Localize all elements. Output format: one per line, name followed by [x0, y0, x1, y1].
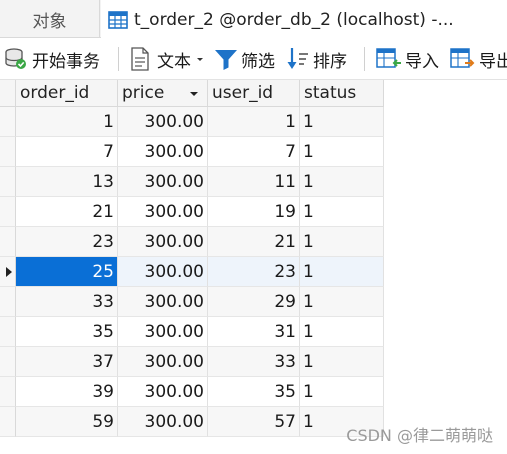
row-indicator[interactable]	[0, 407, 16, 437]
text-label: 文本	[157, 51, 191, 72]
cell-status[interactable]: 1	[300, 317, 384, 347]
column-header-status[interactable]: status	[300, 80, 384, 107]
begin-transaction-button[interactable]: 开始事务	[4, 38, 100, 80]
row-indicator[interactable]	[0, 167, 16, 197]
tab-objects-label: 对象	[32, 11, 67, 32]
tab-title: t_order_2 @order_db_2 (localhost) -...	[134, 10, 454, 30]
column-header-price[interactable]: price	[118, 80, 208, 107]
cell-status[interactable]: 1	[300, 137, 384, 167]
column-header-order-id[interactable]: order_id	[16, 80, 118, 107]
row-indicator[interactable]	[0, 347, 16, 377]
filter-button[interactable]: 筛选	[214, 38, 275, 80]
export-icon	[450, 48, 475, 68]
row-indicator[interactable]	[0, 317, 16, 347]
row-indicator[interactable]	[0, 137, 16, 167]
cell-price[interactable]: 300.00	[118, 317, 208, 347]
row-indicator[interactable]	[0, 377, 16, 407]
tab-objects[interactable]: 对象	[0, 0, 100, 38]
cell-order-id[interactable]: 1	[16, 107, 118, 137]
cell-price[interactable]: 300.00	[118, 227, 208, 257]
cell-user-id[interactable]: 21	[208, 227, 300, 257]
toolbar: 开始事务 文本 筛选 排序 导入 导出	[0, 38, 507, 80]
header-corner	[0, 80, 16, 107]
filter-label: 筛选	[241, 51, 275, 72]
export-label: 导出	[479, 51, 507, 72]
cell-user-id[interactable]: 35	[208, 377, 300, 407]
column-header-label: status	[304, 83, 357, 103]
tab-table-t-order-2[interactable]: t_order_2 @order_db_2 (localhost) -...	[101, 0, 507, 38]
cell-user-id[interactable]: 31	[208, 317, 300, 347]
cell-user-id[interactable]: 33	[208, 347, 300, 377]
cell-status[interactable]: 1	[300, 227, 384, 257]
document-icon	[131, 47, 149, 71]
sort-descending-icon	[190, 92, 198, 96]
table-icon	[108, 11, 128, 29]
watermark: CSDN @律二萌萌哒	[346, 426, 493, 445]
cell-price[interactable]: 300.00	[118, 407, 208, 437]
import-label: 导入	[405, 51, 439, 72]
cell-status[interactable]: 1	[300, 167, 384, 197]
dropdown-arrow-icon	[197, 58, 203, 61]
row-indicator[interactable]	[0, 257, 16, 287]
column-header-label: price	[122, 83, 165, 103]
current-row-arrow-icon	[6, 267, 12, 277]
cell-order-id[interactable]: 59	[16, 407, 118, 437]
cell-order-id[interactable]: 25	[16, 257, 118, 287]
cell-status[interactable]: 1	[300, 197, 384, 227]
sort-label: 排序	[313, 51, 347, 72]
cell-status[interactable]: 1	[300, 287, 384, 317]
filter-icon	[215, 50, 237, 70]
cell-user-id[interactable]: 19	[208, 197, 300, 227]
cell-user-id[interactable]: 57	[208, 407, 300, 437]
cell-order-id[interactable]: 13	[16, 167, 118, 197]
cell-order-id[interactable]: 37	[16, 347, 118, 377]
cell-price[interactable]: 300.00	[118, 257, 208, 287]
grid-header-row: order_id price user_id status	[0, 80, 384, 107]
text-button[interactable]: 文本	[130, 38, 205, 80]
cell-order-id[interactable]: 39	[16, 377, 118, 407]
row-indicator[interactable]	[0, 287, 16, 317]
cell-user-id[interactable]: 29	[208, 287, 300, 317]
toolbar-divider	[118, 47, 119, 71]
cell-price[interactable]: 300.00	[118, 287, 208, 317]
row-indicator[interactable]	[0, 227, 16, 257]
import-button[interactable]: 导入	[376, 38, 439, 80]
toolbar-divider	[364, 47, 365, 71]
column-header-label: user_id	[212, 83, 274, 103]
cell-status[interactable]: 1	[300, 347, 384, 377]
cell-status[interactable]: 1	[300, 377, 384, 407]
export-button[interactable]: 导出	[450, 38, 507, 80]
cell-order-id[interactable]: 21	[16, 197, 118, 227]
cell-user-id[interactable]: 7	[208, 137, 300, 167]
cell-user-id[interactable]: 11	[208, 167, 300, 197]
sort-icon	[287, 48, 308, 69]
row-indicator[interactable]	[0, 107, 16, 137]
column-header-user-id[interactable]: user_id	[208, 80, 300, 107]
cell-price[interactable]: 300.00	[118, 347, 208, 377]
cell-order-id[interactable]: 23	[16, 227, 118, 257]
cell-user-id[interactable]: 1	[208, 107, 300, 137]
cell-price[interactable]: 300.00	[118, 197, 208, 227]
tab-bar: 对象 t_order_2 @order_db_2 (localhost) -..…	[0, 0, 507, 38]
cell-status[interactable]: 1	[300, 257, 384, 287]
cell-order-id[interactable]: 35	[16, 317, 118, 347]
cell-price[interactable]: 300.00	[118, 167, 208, 197]
cell-order-id[interactable]: 7	[16, 137, 118, 167]
cell-order-id[interactable]: 33	[16, 287, 118, 317]
column-header-label: order_id	[20, 83, 90, 103]
row-indicator[interactable]	[0, 197, 16, 227]
database-transaction-icon	[5, 48, 26, 69]
sort-button[interactable]: 排序	[286, 38, 347, 80]
cell-price[interactable]: 300.00	[118, 137, 208, 167]
begin-transaction-label: 开始事务	[32, 51, 100, 72]
cell-status[interactable]: 1	[300, 107, 384, 137]
import-icon	[376, 48, 401, 68]
cell-price[interactable]: 300.00	[118, 377, 208, 407]
cell-user-id[interactable]: 23	[208, 257, 300, 287]
cell-price[interactable]: 300.00	[118, 107, 208, 137]
